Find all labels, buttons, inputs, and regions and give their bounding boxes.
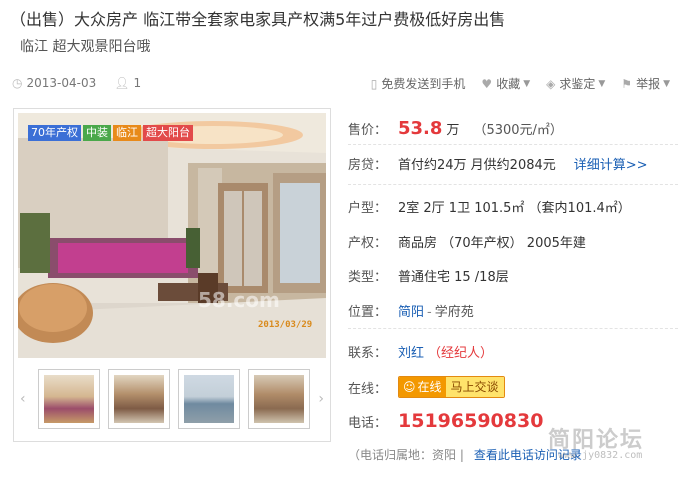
thumbnail[interactable]	[38, 369, 100, 429]
report-button[interactable]: ⚑ 举报 ▼	[621, 75, 670, 92]
agent-role: （经纪人）	[428, 346, 494, 361]
chat-icon-segment: ☺ 在线	[399, 377, 446, 397]
send-to-phone-label: 免费发送到手机	[381, 77, 466, 91]
listing-meta: ◷ 2013-04-03 👤︎ 1	[12, 76, 159, 90]
divider	[348, 184, 678, 185]
flag-icon: ⚑	[621, 76, 633, 91]
chat-now-button[interactable]: ☺ 在线 马上交谈	[398, 376, 505, 398]
photo-watermark-logo: 58.com	[198, 288, 280, 312]
feature-tags: 70年产权 中装 临江 超大阳台	[28, 125, 195, 141]
phone-number: 15196590830	[398, 410, 544, 432]
location-district-link[interactable]: 简阳	[398, 301, 424, 320]
thumbnail-image	[114, 375, 164, 423]
ownership-label: 产权：	[348, 236, 388, 251]
listing-title: （出售）大众房产 临江带全套家电家具产权满5年过户费极低好房出售	[10, 10, 506, 29]
phone-row: 电话： 15196590830	[348, 410, 543, 432]
location-area: 学府苑	[434, 305, 474, 320]
phone-note-row: （电话归属地：资阳 | 查看此电话访问记录	[348, 446, 582, 463]
appraise-button[interactable]: ◈ 求鉴定 ▼	[546, 75, 605, 92]
price-label: 售价：	[348, 123, 388, 138]
listing-actions: ▯ 免费发送到手机 ♥ 收藏 ▼ ◈ 求鉴定 ▼ ⚑ 举报 ▼	[355, 75, 670, 92]
chevron-right-icon[interactable]: ›	[318, 391, 324, 407]
chevron-down-icon: ▼	[598, 78, 606, 89]
main-photo[interactable]: 70年产权 中装 临江 超大阳台 58.com 2013/03/29	[18, 113, 326, 358]
photo-gallery: 70年产权 中装 临江 超大阳台 58.com 2013/03/29 ‹ ›	[13, 108, 331, 442]
online-label: 在线：	[348, 381, 388, 397]
clock-icon: ◷	[12, 76, 23, 90]
contact-row: 联系： 刘红 （经纪人）	[348, 342, 493, 361]
photo-date-stamp: 2013/03/29	[258, 320, 313, 330]
type-text: 普通住宅 15 /18层	[398, 270, 509, 285]
location-row: 位置： 简阳 - 学府苑	[348, 301, 474, 320]
price-value: 53.8	[398, 118, 443, 139]
layout-label: 户型：	[348, 201, 388, 216]
favorite-button[interactable]: ♥ 收藏 ▼	[481, 75, 530, 92]
view-count-text: 1	[133, 76, 142, 90]
thumbnail-image	[254, 375, 304, 423]
post-date-text: 2013-04-03	[26, 76, 97, 90]
thumbnail-image	[44, 375, 94, 423]
chevron-down-icon: ▼	[523, 78, 531, 89]
tag-riverside: 临江	[113, 125, 141, 141]
thumbnail[interactable]	[178, 369, 240, 429]
favorite-label: 收藏	[496, 77, 521, 91]
thumbnail-strip: ‹ ›	[18, 365, 326, 437]
agent-name-link[interactable]: 刘红	[398, 342, 424, 361]
smiley-icon: ☺	[403, 380, 416, 394]
ownership-text: 商品房 （70年产权） 2005年建	[398, 236, 586, 251]
loan-label: 房贷：	[348, 158, 388, 173]
send-to-phone-button[interactable]: ▯ 免费发送到手机	[371, 75, 466, 92]
location-separator: -	[427, 305, 432, 320]
chevron-down-icon: ▼	[663, 78, 670, 89]
tag-property-rights: 70年产权	[28, 125, 81, 141]
person-icon: 👤︎	[114, 76, 130, 90]
appraise-label: 求鉴定	[559, 77, 596, 91]
type-row: 类型： 普通住宅 15 /18层	[348, 266, 509, 285]
online-row: 在线： ☺ 在线 马上交谈	[348, 376, 505, 398]
chat-online-label: 在线	[417, 380, 442, 394]
thumbnail[interactable]	[108, 369, 170, 429]
layout-text: 2室 2厅 1卫 101.5㎡ （套内101.4㎡）	[398, 201, 631, 216]
loan-calc-link[interactable]: 详细计算>>	[574, 154, 648, 173]
loan-row: 房贷： 首付约24万 月供约2084元 详细计算>>	[348, 154, 648, 173]
post-date: ◷ 2013-04-03	[12, 76, 96, 90]
contact-label: 联系：	[348, 346, 388, 361]
phone-origin-text: （电话归属地：资阳 |	[348, 448, 464, 462]
price-row: 售价： 53.8 万 （5300元/㎡）	[348, 118, 563, 139]
layout-row: 户型： 2室 2厅 1卫 101.5㎡ （套内101.4㎡）	[348, 197, 631, 216]
ownership-row: 产权： 商品房 （70年产权） 2005年建	[348, 232, 586, 251]
report-label: 举报	[636, 77, 661, 91]
phone-icon: ▯	[370, 76, 378, 91]
divider	[348, 144, 678, 145]
tag-decoration: 中装	[83, 125, 111, 141]
site-watermark-url: www.jy0832.com	[558, 450, 643, 461]
tag-icon: ◈	[546, 76, 556, 91]
thumbnail-image	[184, 375, 234, 423]
chevron-left-icon[interactable]: ‹	[20, 391, 26, 407]
chat-now-label: 马上交谈	[445, 377, 504, 397]
view-count: 👤︎ 1	[114, 76, 141, 90]
loan-text: 首付约24万 月供约2084元	[398, 158, 556, 173]
type-label: 类型：	[348, 270, 388, 285]
location-label: 位置：	[348, 305, 388, 320]
phone-label: 电话：	[348, 415, 388, 431]
heart-icon: ♥	[481, 76, 493, 91]
tag-balcony: 超大阳台	[143, 125, 193, 141]
price-per-sqm: （5300元/㎡）	[473, 123, 563, 138]
divider	[348, 328, 678, 329]
thumbnail[interactable]	[248, 369, 310, 429]
listing-subtitle: 临江 超大观景阳台哦	[20, 39, 151, 55]
price-unit: 万	[446, 123, 460, 138]
